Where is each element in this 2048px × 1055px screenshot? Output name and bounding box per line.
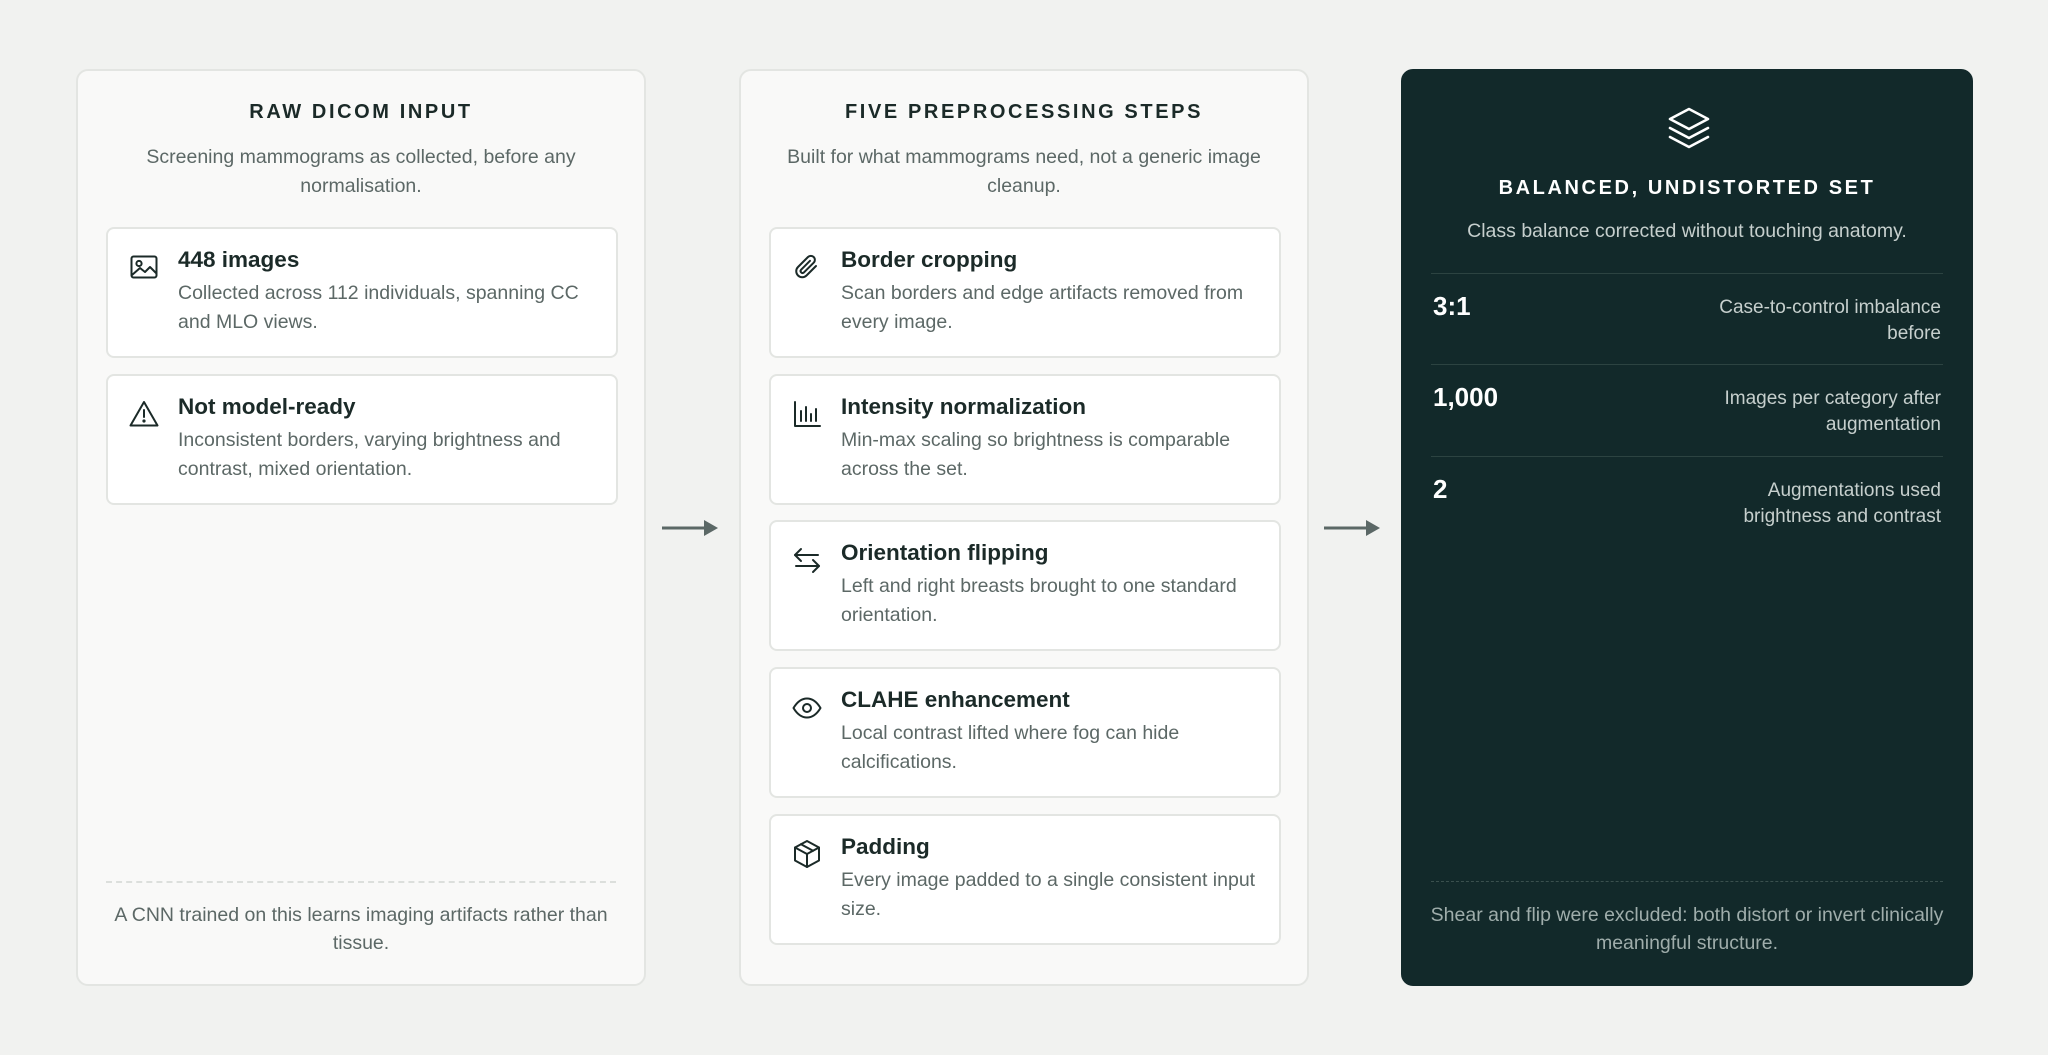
eye-icon: [791, 691, 823, 723]
paperclip-icon: [791, 251, 823, 283]
stat-value: 2: [1433, 474, 1448, 504]
panel-title: RAW DICOM INPUT: [249, 101, 473, 123]
flow-arrow-icon: [1322, 514, 1384, 542]
preprocessing-steps-panel: FIVE PREPROCESSING STEPS Built for what …: [739, 69, 1309, 986]
step-text: Min-max scaling so brightness is compara…: [841, 429, 1231, 480]
layers-icon: [1665, 104, 1713, 152]
step-text: Scan borders and edge artifacts removed …: [841, 282, 1244, 333]
pipeline-diagram: RAW DICOM INPUT Screening mammograms as …: [0, 0, 2048, 1055]
step-card-orientation-flipping: Orientation flipping Left and right brea…: [769, 520, 1281, 651]
footer-divider: [1431, 881, 1943, 882]
flow-arrow-icon: [660, 514, 722, 542]
step-text: Local contrast lifted where fog can hide…: [841, 722, 1180, 773]
step-title: CLAHE enhancement: [841, 687, 1070, 712]
stat-divider: [1431, 273, 1943, 274]
card-title: 448 images: [178, 247, 300, 272]
panel-footer-note: Shear and flip were excluded: both disto…: [1430, 904, 1944, 954]
raw-input-panel: RAW DICOM INPUT Screening mammograms as …: [76, 69, 646, 986]
swap-arrows-icon: [791, 544, 823, 576]
step-title: Padding: [841, 834, 930, 859]
panel-subtitle: Class balance corrected without touching…: [1467, 220, 1907, 242]
panel-subtitle: Screening mammograms as collected, befor…: [146, 146, 576, 197]
warning-icon: [128, 398, 160, 430]
stat-divider: [1431, 364, 1943, 365]
panel-subtitle: Built for what mammograms need, not a ge…: [787, 146, 1261, 197]
card-title: Not model-ready: [178, 394, 356, 419]
stat-value: 3:1: [1433, 291, 1471, 321]
stat-label: Augmentations used brightness and contra…: [1743, 480, 1941, 527]
step-title: Border cropping: [841, 247, 1018, 272]
step-text: Left and right breasts brought to one st…: [841, 575, 1237, 626]
balanced-output-panel: BALANCED, UNDISTORTED SET Class balance …: [1401, 69, 1973, 986]
step-card-clahe-enhancement: CLAHE enhancement Local contrast lifted …: [769, 667, 1281, 798]
footer-divider: [106, 881, 616, 883]
step-title: Intensity normalization: [841, 394, 1087, 419]
panel-footer-note: A CNN trained on this learns imaging art…: [114, 904, 608, 954]
image-icon: [128, 251, 160, 283]
bar-chart-icon: [791, 398, 823, 430]
panel-title: BALANCED, UNDISTORTED SET: [1498, 177, 1876, 199]
stat-value: 1,000: [1433, 382, 1499, 412]
step-text: Every image padded to a single consisten…: [841, 869, 1256, 920]
stat-label: Images per category after augmentation: [1724, 388, 1942, 435]
stat-label: Case-to-control imbalance before: [1719, 297, 1941, 344]
step-title: Orientation flipping: [841, 540, 1049, 565]
box-icon: [791, 838, 823, 870]
card-text: Inconsistent borders, varying brightness…: [178, 429, 561, 480]
input-card-images: 448 images Collected across 112 individu…: [106, 227, 618, 358]
input-card-not-ready: Not model-ready Inconsistent borders, va…: [106, 374, 618, 505]
card-text: Collected across 112 individuals, spanni…: [178, 282, 579, 333]
stat-divider: [1431, 456, 1943, 457]
step-card-padding: Padding Every image padded to a single c…: [769, 814, 1281, 945]
step-card-border-cropping: Border cropping Scan borders and edge ar…: [769, 227, 1281, 358]
step-card-intensity-normalization: Intensity normalization Min-max scaling …: [769, 374, 1281, 505]
panel-title: FIVE PREPROCESSING STEPS: [844, 101, 1204, 123]
